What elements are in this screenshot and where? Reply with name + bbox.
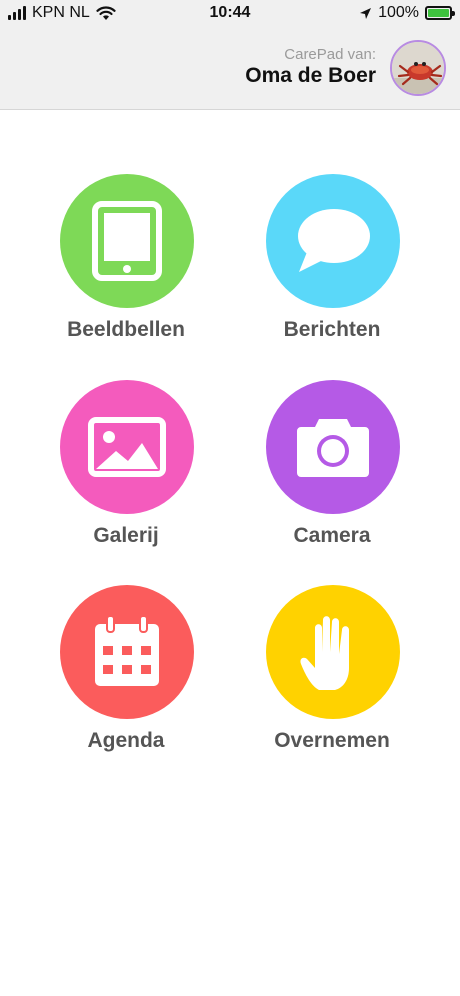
camera-button[interactable] — [266, 380, 400, 514]
beeldbellen-button[interactable] — [60, 174, 194, 308]
tile-agenda[interactable]: Agenda — [36, 585, 216, 775]
tile-label: Beeldbellen — [67, 318, 185, 341]
overnemen-button[interactable] — [266, 585, 400, 719]
app-header: KPN NL 10:44 100% CarePad van: Oma de Bo… — [0, 0, 460, 110]
owner-info: CarePad van: Oma de Boer — [245, 46, 376, 88]
tile-galerij[interactable]: Galerij — [36, 380, 216, 570]
tile-label: Overnemen — [274, 729, 390, 752]
owner-caption: CarePad van: — [284, 46, 376, 63]
tile-camera[interactable]: Camera — [242, 380, 422, 570]
tile-label: Berichten — [283, 318, 381, 341]
hand-icon — [300, 616, 349, 690]
battery-charging-icon — [425, 6, 455, 20]
owner-name: Oma de Boer — [245, 64, 376, 87]
tile-label: Agenda — [87, 729, 165, 752]
camera-icon — [297, 419, 369, 477]
picture-icon — [88, 417, 166, 477]
location-arrow-icon — [360, 7, 372, 19]
tile-label: Galerij — [93, 524, 159, 547]
tile-berichten[interactable]: Berichten — [242, 174, 422, 364]
agenda-button[interactable] — [60, 585, 194, 719]
tile-label: Camera — [293, 524, 371, 547]
calendar-icon — [95, 616, 159, 686]
berichten-button[interactable] — [266, 174, 400, 308]
battery-percentage: 100% — [378, 4, 419, 21]
crab-photo-avatar — [392, 42, 444, 94]
tile-beeldbellen[interactable]: Beeldbellen — [36, 174, 216, 364]
speech-bubble-icon — [298, 209, 370, 272]
status-bar: KPN NL 10:44 100% — [0, 0, 460, 28]
avatar[interactable] — [390, 40, 446, 96]
tile-overnemen[interactable]: Overnemen — [242, 585, 422, 775]
tablet-icon — [92, 201, 162, 281]
galerij-button[interactable] — [60, 380, 194, 514]
